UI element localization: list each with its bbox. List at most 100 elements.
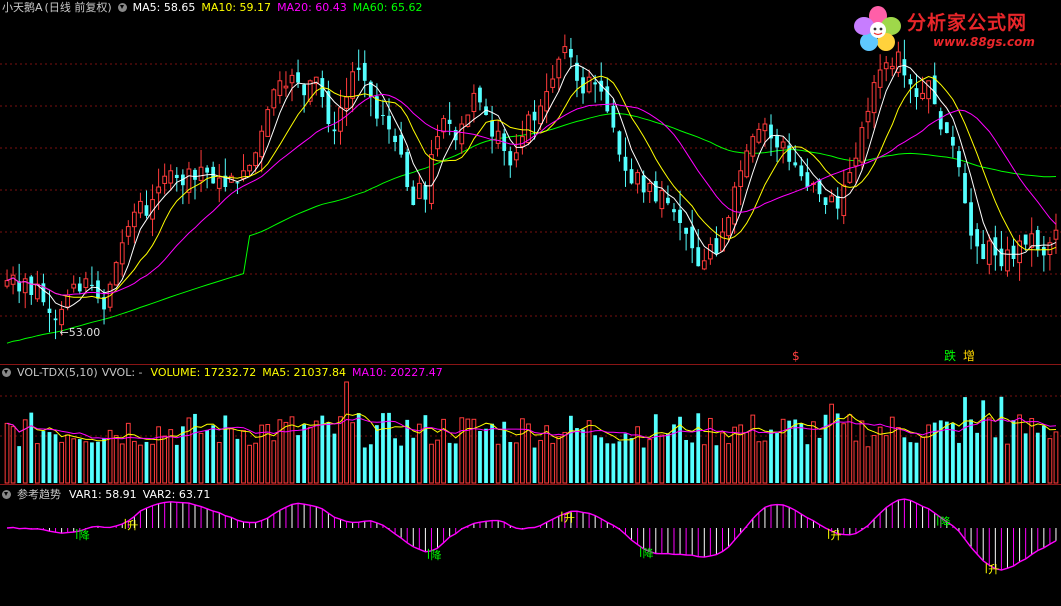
volume-bar[interactable] bbox=[653, 414, 658, 483]
volume-bar[interactable] bbox=[859, 420, 865, 484]
volume-bar[interactable] bbox=[356, 413, 361, 483]
volume-bar[interactable] bbox=[744, 431, 750, 484]
volume-bar[interactable] bbox=[895, 427, 901, 484]
volume-bar[interactable] bbox=[174, 444, 179, 483]
candle[interactable] bbox=[756, 122, 762, 145]
volume-bar[interactable] bbox=[211, 425, 216, 483]
volume-bar[interactable] bbox=[920, 436, 925, 484]
candle[interactable] bbox=[1041, 236, 1046, 272]
candle[interactable] bbox=[77, 276, 82, 295]
candle[interactable] bbox=[963, 163, 967, 204]
candle[interactable] bbox=[750, 133, 756, 163]
volume-bar[interactable] bbox=[853, 440, 859, 484]
volume-bar[interactable] bbox=[914, 442, 919, 483]
candle[interactable] bbox=[205, 165, 209, 189]
volume-bar[interactable] bbox=[908, 442, 913, 483]
volume-bar[interactable] bbox=[871, 434, 877, 484]
volume-bar[interactable] bbox=[381, 413, 385, 483]
volume-bar[interactable] bbox=[216, 441, 222, 484]
volume-bar[interactable] bbox=[131, 440, 137, 484]
candle[interactable] bbox=[520, 120, 525, 155]
volume-bar[interactable] bbox=[53, 434, 58, 483]
candle[interactable] bbox=[556, 56, 562, 92]
candle[interactable] bbox=[678, 190, 682, 241]
volume-bar[interactable] bbox=[526, 423, 531, 484]
candle[interactable] bbox=[259, 125, 265, 173]
volume-bar[interactable] bbox=[362, 447, 367, 483]
candle[interactable] bbox=[4, 269, 10, 289]
volume-bar[interactable] bbox=[726, 443, 731, 484]
candle[interactable] bbox=[289, 68, 295, 102]
volume-bar[interactable] bbox=[338, 416, 343, 484]
volume-bar[interactable] bbox=[320, 415, 325, 483]
candle[interactable] bbox=[787, 133, 792, 171]
candle[interactable] bbox=[690, 209, 695, 264]
volume-bar[interactable] bbox=[1017, 414, 1022, 484]
volume-bar[interactable] bbox=[113, 435, 119, 484]
volume-bar[interactable] bbox=[986, 417, 992, 484]
volume-bar[interactable] bbox=[156, 426, 161, 484]
volume-bar[interactable] bbox=[59, 441, 64, 484]
volume-bar[interactable] bbox=[775, 433, 779, 483]
candle[interactable] bbox=[1005, 236, 1010, 277]
volume-bar[interactable] bbox=[690, 442, 695, 483]
volume-bar[interactable] bbox=[375, 425, 379, 483]
volume-bar[interactable] bbox=[951, 423, 955, 483]
volume-bar[interactable] bbox=[10, 426, 16, 484]
volume-bar[interactable] bbox=[750, 414, 756, 484]
volume-bar[interactable] bbox=[478, 430, 482, 483]
candle[interactable] bbox=[198, 149, 204, 193]
volume-bar[interactable] bbox=[575, 428, 579, 483]
volume-bar[interactable] bbox=[423, 415, 428, 483]
volume-bar[interactable] bbox=[47, 432, 52, 483]
candle[interactable] bbox=[744, 144, 750, 179]
volume-bar[interactable] bbox=[302, 424, 307, 483]
volume-bar[interactable] bbox=[1053, 431, 1059, 484]
candle[interactable] bbox=[550, 64, 556, 93]
candle[interactable] bbox=[871, 75, 877, 129]
volume-bar[interactable] bbox=[532, 447, 537, 483]
candle[interactable] bbox=[823, 197, 828, 214]
volume-bar[interactable] bbox=[981, 400, 986, 483]
volume-bar[interactable] bbox=[83, 441, 89, 484]
candle[interactable] bbox=[562, 34, 568, 60]
candle[interactable] bbox=[211, 161, 216, 184]
candle[interactable] bbox=[969, 188, 973, 250]
candle[interactable] bbox=[168, 164, 174, 191]
candle[interactable] bbox=[441, 115, 446, 139]
volume-bar[interactable] bbox=[447, 442, 452, 483]
volume-bar[interactable] bbox=[180, 426, 185, 483]
candle[interactable] bbox=[986, 234, 992, 275]
candle[interactable] bbox=[405, 148, 410, 191]
volume-bar[interactable] bbox=[823, 414, 828, 483]
candle[interactable] bbox=[599, 62, 604, 101]
volume-bar[interactable] bbox=[453, 443, 458, 483]
candle[interactable] bbox=[684, 227, 688, 251]
volume-bar[interactable] bbox=[490, 423, 494, 483]
volume-bar[interactable] bbox=[168, 429, 174, 484]
volume-bar[interactable] bbox=[969, 419, 973, 483]
candle[interactable] bbox=[714, 226, 719, 257]
candle[interactable] bbox=[877, 54, 883, 99]
volume-bar[interactable] bbox=[41, 431, 46, 483]
volume-bar[interactable] bbox=[829, 403, 835, 484]
candle[interactable] bbox=[701, 248, 707, 271]
volume-bar[interactable] bbox=[1029, 418, 1035, 484]
volume-bar[interactable] bbox=[411, 437, 416, 483]
volume-bar[interactable] bbox=[877, 426, 883, 484]
volume-bar[interactable] bbox=[611, 443, 616, 483]
candle[interactable] bbox=[429, 139, 434, 210]
volume-bar[interactable] bbox=[1035, 432, 1040, 483]
volume-bar[interactable] bbox=[793, 419, 798, 483]
volume-bar[interactable] bbox=[1041, 425, 1046, 483]
dropdown-icon[interactable] bbox=[2, 368, 11, 377]
volume-bar[interactable] bbox=[429, 443, 434, 484]
volume-bar[interactable] bbox=[144, 441, 149, 483]
volume-bar[interactable] bbox=[1023, 433, 1028, 483]
candle[interactable] bbox=[131, 203, 137, 244]
volume-bar[interactable] bbox=[865, 446, 871, 484]
candle[interactable] bbox=[71, 275, 77, 293]
candle[interactable] bbox=[478, 85, 482, 111]
volume-bar[interactable] bbox=[569, 415, 573, 483]
volume-bar[interactable] bbox=[90, 442, 94, 483]
